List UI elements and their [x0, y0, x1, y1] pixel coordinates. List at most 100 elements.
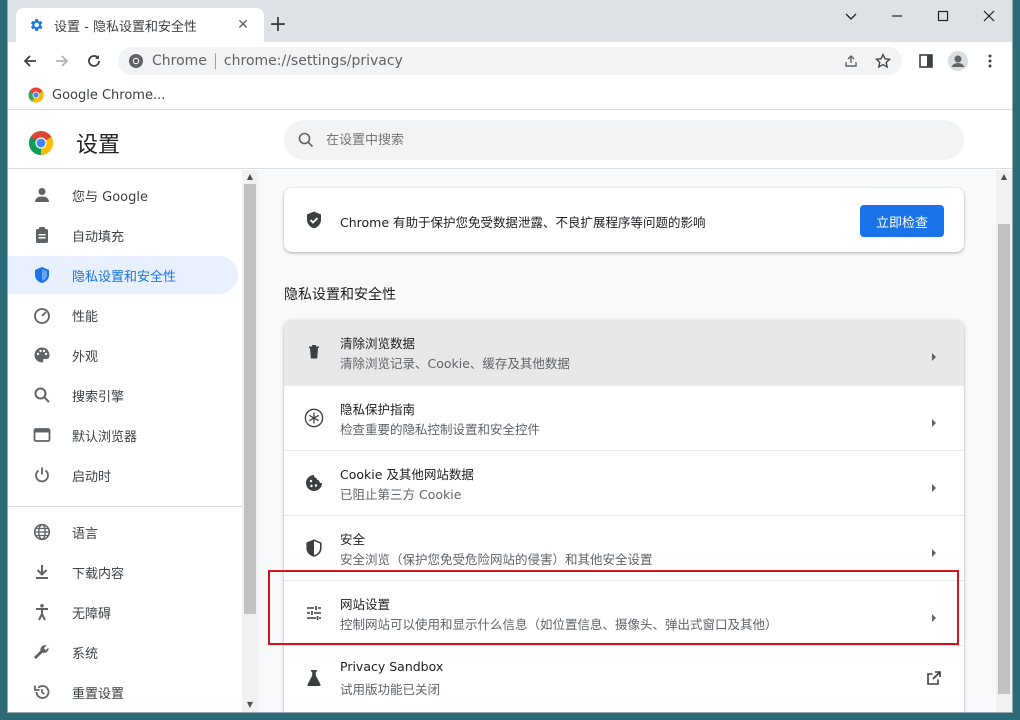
sidebar-item-autofill[interactable]: 自动填充 [8, 216, 238, 254]
more-menu-icon[interactable] [978, 49, 1002, 73]
search-icon [298, 132, 314, 148]
bookmarks-bar: Google Chrome... [8, 80, 1012, 110]
sidebar-item-label: 您与 Google [72, 189, 148, 205]
settings-search[interactable] [284, 120, 964, 160]
download-icon [32, 562, 52, 582]
scroll-down-arrow-icon[interactable]: ▼ [242, 698, 258, 712]
toolbar: Chrome chrome://settings/privacy [8, 42, 1012, 80]
wrench-icon [32, 642, 52, 662]
sidebar-item-label: 下载内容 [72, 566, 125, 582]
tab-settings[interactable]: 设置 - 隐私设置和安全性 ✕ [16, 8, 264, 42]
trash-icon [304, 342, 324, 362]
section-title: 隐私设置和安全性 [284, 287, 396, 303]
reset-icon [32, 682, 52, 702]
person-icon [32, 185, 52, 205]
sidebar-item-system[interactable]: 系统 [8, 633, 238, 671]
shield-icon [32, 265, 52, 285]
page-title: 设置 [76, 133, 121, 158]
gauge-icon [32, 305, 52, 325]
scroll-up-arrow-icon[interactable]: ▲ [996, 170, 1012, 184]
tab-strip: 设置 - 隐私设置和安全性 ✕ + [8, 0, 1012, 42]
settings-header: 设置 [8, 111, 1012, 169]
close-tab-icon[interactable]: ✕ [234, 17, 252, 33]
row-security[interactable]: 安全 安全浏览（保护您免受危险网站的侵害）和其他安全设置 [284, 515, 964, 580]
row-title: 清除浏览数据 [340, 336, 416, 351]
close-window-icon[interactable] [966, 0, 1012, 32]
sidebar-item-privacy[interactable]: 隐私设置和安全性 [8, 256, 238, 294]
sidebar-item-on-startup[interactable]: 启动时 [8, 456, 238, 494]
sidebar-item-search-engine[interactable]: 搜索引擎 [8, 376, 238, 414]
chevron-right-icon [930, 478, 938, 492]
sidebar-item-label: 启动时 [72, 469, 112, 485]
bookmark-star-icon[interactable] [872, 50, 894, 72]
separator [214, 53, 216, 69]
bookmark-label: Google Chrome... [52, 87, 166, 103]
scrollbar-thumb[interactable] [244, 184, 256, 614]
sidebar-item-label: 隐私设置和安全性 [72, 269, 177, 285]
back-arrow-icon[interactable] [18, 49, 42, 73]
sidebar-item-you-and-google[interactable]: 您与 Google [8, 176, 238, 214]
sidebar-item-label: 搜索引擎 [72, 389, 125, 405]
chevron-right-icon [930, 543, 938, 557]
row-subtitle: 安全浏览（保护您免受危险网站的侵害）和其他安全设置 [340, 552, 653, 567]
row-title: 隐私保护指南 [340, 402, 416, 417]
row-privacy-sandbox[interactable]: Privacy Sandbox 试用版功能已关闭 [284, 645, 964, 710]
row-cookies[interactable]: Cookie 及其他网站数据 已阻止第三方 Cookie [284, 450, 964, 515]
row-site-settings[interactable]: 网站设置 控制网站可以使用和显示什么信息（如位置信息、摄像头、弹出式窗口及其他） [284, 580, 964, 645]
tab-search-chevron-icon[interactable] [828, 0, 874, 32]
row-privacy-guide[interactable]: 隐私保护指南 检查重要的隐私控制设置和安全控件 [284, 385, 964, 450]
safety-check-card: Chrome 有助于保护您免受数据泄露、不良扩展程序等问题的影响 立即检查 [284, 188, 964, 252]
sidebar-item-accessibility[interactable]: 无障碍 [8, 593, 238, 631]
flask-icon [304, 668, 324, 688]
reload-icon[interactable] [82, 49, 106, 73]
palette-icon [32, 345, 52, 365]
browser-icon [32, 425, 52, 445]
row-subtitle: 已阻止第三方 Cookie [340, 487, 462, 502]
search-icon [32, 385, 52, 405]
chevron-right-icon [930, 413, 938, 427]
row-subtitle: 控制网站可以使用和显示什么信息（如位置信息、摄像头、弹出式窗口及其他） [340, 617, 778, 632]
sidebar-item-appearance[interactable]: 外观 [8, 336, 238, 374]
share-icon[interactable] [840, 50, 862, 72]
sidebar-item-performance[interactable]: 性能 [8, 296, 238, 334]
tune-icon [304, 603, 324, 623]
sidebar-item-label: 重置设置 [72, 686, 125, 702]
tab-title: 设置 - 隐私设置和安全性 [54, 19, 197, 35]
url-text[interactable]: chrome://settings/privacy [224, 53, 403, 69]
minimize-icon[interactable] [874, 0, 920, 32]
profile-avatar-icon[interactable] [946, 49, 970, 73]
chevron-right-icon [930, 608, 938, 622]
sidebar-item-label: 默认浏览器 [72, 429, 138, 445]
sidebar-item-reset[interactable]: 重置设置 [8, 673, 238, 711]
search-input[interactable] [326, 132, 926, 148]
privacy-list-card: 清除浏览数据 清除浏览记录、Cookie、缓存及其他数据 隐私保护指南 检查重要… [284, 320, 964, 712]
row-title: Cookie 及其他网站数据 [340, 467, 474, 482]
open-in-new-icon [926, 670, 942, 686]
side-panel-icon[interactable] [914, 49, 938, 73]
sidebar-scrollbar[interactable]: ▲ ▼ [242, 170, 258, 712]
chrome-logo-icon [128, 53, 144, 69]
forward-arrow-icon[interactable] [50, 49, 74, 73]
row-subtitle: 试用版功能已关闭 [340, 682, 441, 697]
check-now-button[interactable]: 立即检查 [860, 205, 944, 237]
sidebar: 您与 Google 自动填充 隐私设置和安全性 性能 外观 搜索引擎 默认浏览器 [8, 170, 258, 712]
bookmark-google-chrome[interactable]: Google Chrome... [20, 85, 165, 105]
sidebar-item-downloads[interactable]: 下载内容 [8, 553, 238, 591]
google-g-icon [28, 87, 44, 103]
site-name: Chrome [152, 53, 207, 69]
sidebar-item-label: 语言 [72, 526, 99, 542]
gear-icon [28, 17, 44, 33]
sidebar-item-default-browser[interactable]: 默认浏览器 [8, 416, 238, 454]
chrome-logo-icon [28, 130, 54, 156]
sidebar-item-languages[interactable]: 语言 [8, 513, 238, 551]
row-subtitle: 清除浏览记录、Cookie、缓存及其他数据 [340, 356, 570, 371]
maximize-icon[interactable] [920, 0, 966, 32]
row-title: 安全 [340, 532, 366, 547]
row-clear-browsing-data[interactable]: 清除浏览数据 清除浏览记录、Cookie、缓存及其他数据 [284, 320, 964, 385]
scrollbar-thumb[interactable] [998, 224, 1010, 694]
scroll-up-arrow-icon[interactable]: ▲ [242, 170, 258, 184]
main-scrollbar[interactable]: ▲ [996, 170, 1012, 712]
address-bar[interactable]: Chrome chrome://settings/privacy [118, 47, 902, 75]
new-tab-button[interactable]: + [266, 14, 290, 38]
clipboard-icon [32, 225, 52, 245]
